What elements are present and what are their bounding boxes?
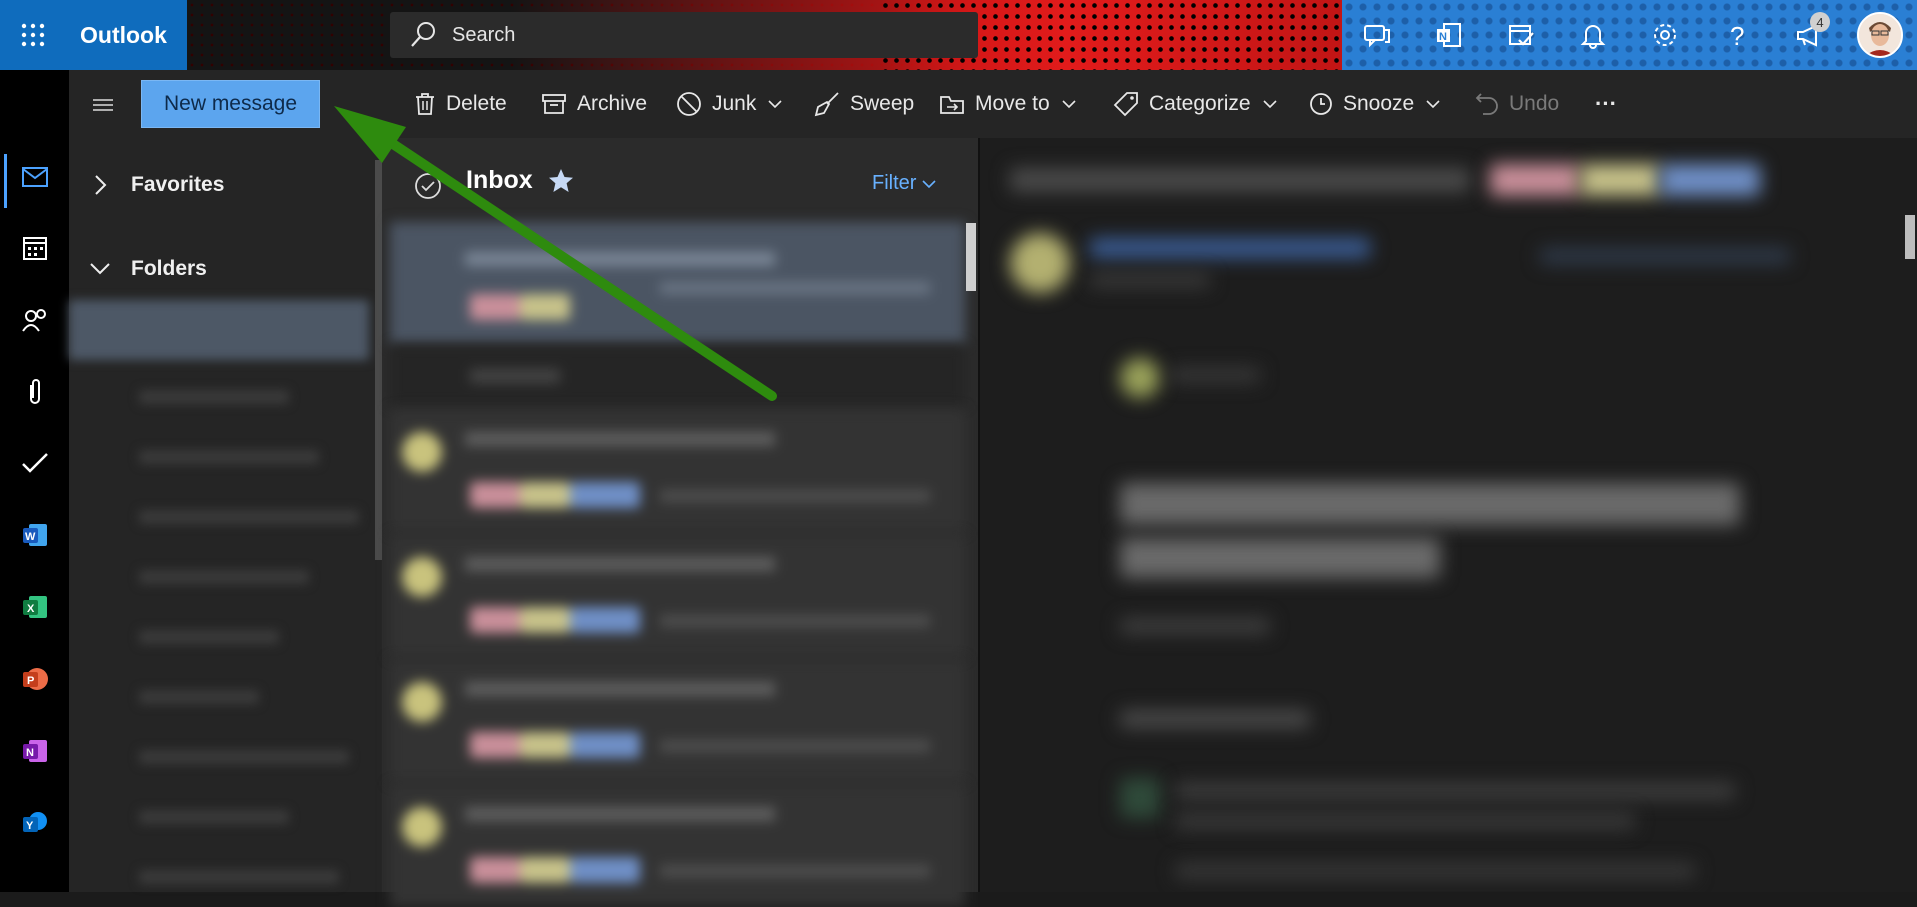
annotation-arrow bbox=[334, 106, 777, 401]
